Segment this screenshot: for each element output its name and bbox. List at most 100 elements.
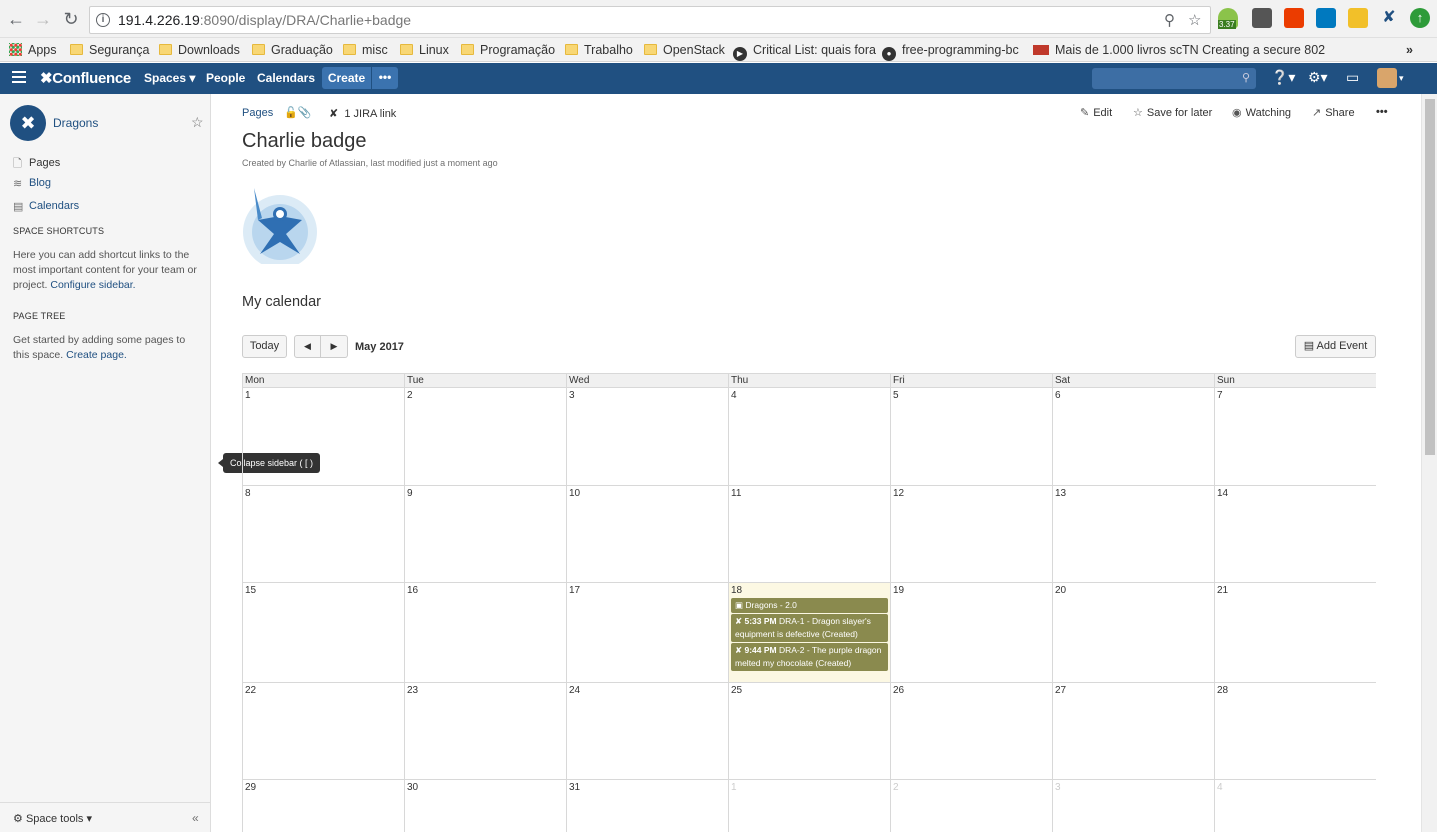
calendar-day-cell[interactable]: 31 bbox=[567, 780, 729, 832]
sidebar-item-pages[interactable]: 🗋 Pages bbox=[13, 155, 60, 170]
save-for-later-button[interactable]: ☆ Save for later bbox=[1133, 106, 1212, 119]
calendar-event[interactable]: ✘ 5:33 PM DRA-1 - Dragon slayer's equipm… bbox=[731, 614, 888, 642]
spaces-menu[interactable]: Spaces ▾ bbox=[144, 71, 195, 85]
watching-button[interactable]: ◉ Watching bbox=[1232, 106, 1291, 119]
calendar-day-cell[interactable]: 1 bbox=[243, 388, 405, 486]
calendar-day-cell[interactable]: 15 bbox=[243, 583, 405, 683]
bookmark-folder[interactable]: Graduação bbox=[252, 41, 333, 59]
calendar-day-cell[interactable]: 14 bbox=[1215, 486, 1376, 583]
zoom-icon[interactable]: ⚲ bbox=[1164, 11, 1175, 29]
url-text[interactable]: 191.4.226.19:8090/display/DRA/Charlie+ba… bbox=[118, 12, 411, 28]
page-scrollbar[interactable] bbox=[1421, 94, 1437, 832]
settings-gear-icon[interactable]: ⚙▾ bbox=[1308, 69, 1328, 86]
people-link[interactable]: People bbox=[206, 71, 245, 85]
bookmark-folder[interactable]: Trabalho bbox=[565, 41, 633, 59]
calendar-day-cell[interactable]: 23 bbox=[405, 683, 567, 780]
sidebar-item-calendars[interactable]: ▤ Calendars bbox=[13, 200, 79, 213]
scrollbar-thumb[interactable] bbox=[1425, 99, 1435, 455]
calendar-day-cell[interactable]: 11 bbox=[729, 486, 891, 583]
sidebar-item-blog[interactable]: ≋ Blog bbox=[13, 177, 51, 190]
calendar-day-cell[interactable]: 28 bbox=[1215, 683, 1376, 780]
jira-extension-icon[interactable]: ✘ bbox=[1379, 8, 1399, 28]
trello-extension-icon[interactable] bbox=[1316, 8, 1336, 28]
calendar-day-cell[interactable]: 25 bbox=[729, 683, 891, 780]
bookmark-star-icon[interactable]: ☆ bbox=[1188, 11, 1201, 29]
chevron-down-icon[interactable]: ▾ bbox=[1399, 73, 1404, 84]
back-icon[interactable]: ← bbox=[5, 8, 27, 30]
address-bar[interactable]: i 191.4.226.19:8090/display/DRA/Charlie+… bbox=[89, 6, 1211, 34]
android-extension-icon[interactable]: 3.37 bbox=[1218, 8, 1238, 29]
help-icon[interactable]: ❔▾ bbox=[1271, 69, 1295, 86]
calendar-day-cell[interactable]: 6 bbox=[1053, 388, 1215, 486]
calendar-day-cell[interactable]: 19 bbox=[891, 583, 1053, 683]
calendar-day-cell[interactable]: 7 bbox=[1215, 388, 1376, 486]
calendar-day-cell[interactable]: 26 bbox=[891, 683, 1053, 780]
calendar-day-cell[interactable]: 16 bbox=[405, 583, 567, 683]
collapse-sidebar-icon[interactable]: « bbox=[192, 811, 199, 825]
calendar-day-cell[interactable]: 30 bbox=[405, 780, 567, 832]
calendar-day-cell[interactable]: 4 bbox=[1215, 780, 1376, 832]
bookmark-folder[interactable]: misc bbox=[343, 41, 388, 59]
bookmark-folder[interactable]: Segurança bbox=[70, 41, 149, 59]
calendar-event[interactable]: ✘ 9:44 PM DRA-2 - The purple dragon melt… bbox=[731, 643, 888, 671]
user-avatar[interactable] bbox=[1377, 68, 1397, 88]
create-more-button[interactable]: ••• bbox=[372, 67, 398, 89]
calendar-day-cell[interactable]: 3 bbox=[1053, 780, 1215, 832]
bookmark-apps[interactable]: Apps bbox=[9, 41, 57, 59]
share-button[interactable]: ↗ Share bbox=[1312, 106, 1355, 119]
calendar-day-cell[interactable]: 18 ▣ Dragons - 2.0 ✘ 5:33 PM DRA-1 - Drago… bbox=[729, 583, 891, 683]
bookmark-folder[interactable]: OpenStack bbox=[644, 41, 725, 59]
calendar-day-cell[interactable]: 8 bbox=[243, 486, 405, 583]
forward-icon[interactable]: → bbox=[32, 8, 54, 30]
restrictions-lock-icon[interactable]: 🔓📎 bbox=[284, 106, 311, 119]
previous-month-button[interactable]: ◀ bbox=[294, 335, 321, 358]
bookmark-folder[interactable]: Downloads bbox=[159, 41, 240, 59]
space-logo[interactable]: ✖ bbox=[10, 105, 46, 141]
calendar-day-cell[interactable]: 2 bbox=[405, 388, 567, 486]
calendar-day-cell[interactable]: 20 bbox=[1053, 583, 1215, 683]
info-icon[interactable]: i bbox=[96, 13, 110, 27]
bookmark-link[interactable]: ▶ Critical List: quais fora bbox=[733, 41, 876, 61]
edit-button[interactable]: ✎ Edit bbox=[1080, 106, 1112, 119]
calendar-day-cell[interactable]: 27 bbox=[1053, 683, 1215, 780]
mail-extension-icon[interactable] bbox=[1252, 8, 1272, 28]
calendar-day-cell[interactable]: 1 bbox=[729, 780, 891, 832]
calendar-day-cell[interactable]: 21 bbox=[1215, 583, 1376, 683]
bookmark-link[interactable]: TN Creating a secure 802 bbox=[1182, 41, 1325, 59]
office-extension-icon[interactable] bbox=[1284, 8, 1304, 28]
calendar-day-cell[interactable]: 2 bbox=[891, 780, 1053, 832]
next-month-button[interactable]: ▶ bbox=[321, 335, 348, 358]
calendar-day-cell[interactable]: 10 bbox=[567, 486, 729, 583]
calendar-day-cell[interactable]: 4 bbox=[729, 388, 891, 486]
configure-sidebar-link[interactable]: Configure sidebar. bbox=[50, 279, 135, 291]
calendar-day-cell[interactable]: 22 bbox=[243, 683, 405, 780]
create-page-link[interactable]: Create page. bbox=[66, 349, 127, 361]
breadcrumb[interactable]: Pages bbox=[242, 107, 273, 119]
search-input[interactable]: ⚲ bbox=[1092, 68, 1256, 89]
calendars-link[interactable]: Calendars bbox=[257, 71, 315, 85]
star-icon[interactable]: ☆ bbox=[191, 114, 204, 131]
add-event-button[interactable]: ▤ Add Event bbox=[1295, 335, 1376, 358]
calendar-day-cell[interactable]: 12 bbox=[891, 486, 1053, 583]
space-name-link[interactable]: Dragons bbox=[53, 116, 98, 130]
menu-icon[interactable] bbox=[12, 71, 26, 83]
calendar-day-cell[interactable]: 17 bbox=[567, 583, 729, 683]
notifications-icon[interactable]: ▭ bbox=[1346, 69, 1359, 86]
calendar-event[interactable]: ▣ Dragons - 2.0 bbox=[731, 598, 888, 613]
calendar-day-cell[interactable]: 29 bbox=[243, 780, 405, 832]
bookmark-folder[interactable]: Linux bbox=[400, 41, 449, 59]
upload-extension-icon[interactable]: ↑ bbox=[1410, 8, 1430, 28]
bookmark-folder[interactable]: Programação bbox=[461, 41, 555, 59]
space-tools-menu[interactable]: ⚙ Space tools ▾ bbox=[13, 812, 92, 825]
calendar-day-cell[interactable]: 5 bbox=[891, 388, 1053, 486]
bookmark-link[interactable]: Mais de 1.000 livros sc bbox=[1033, 41, 1182, 59]
jira-link[interactable]: ✘ 1 JIRA link bbox=[329, 107, 396, 120]
today-button[interactable]: Today bbox=[242, 335, 287, 358]
more-bookmarks-chevron-icon[interactable]: » bbox=[1406, 41, 1413, 59]
calendar-day-cell[interactable]: 9 bbox=[405, 486, 567, 583]
bookmark-link[interactable]: ● free-programming-bc bbox=[882, 41, 1019, 61]
more-actions-button[interactable]: ••• bbox=[1376, 106, 1388, 118]
reload-icon[interactable]: ↻ bbox=[60, 8, 82, 30]
calendar-day-cell[interactable]: 3 bbox=[567, 388, 729, 486]
calendar-day-cell[interactable]: 13 bbox=[1053, 486, 1215, 583]
